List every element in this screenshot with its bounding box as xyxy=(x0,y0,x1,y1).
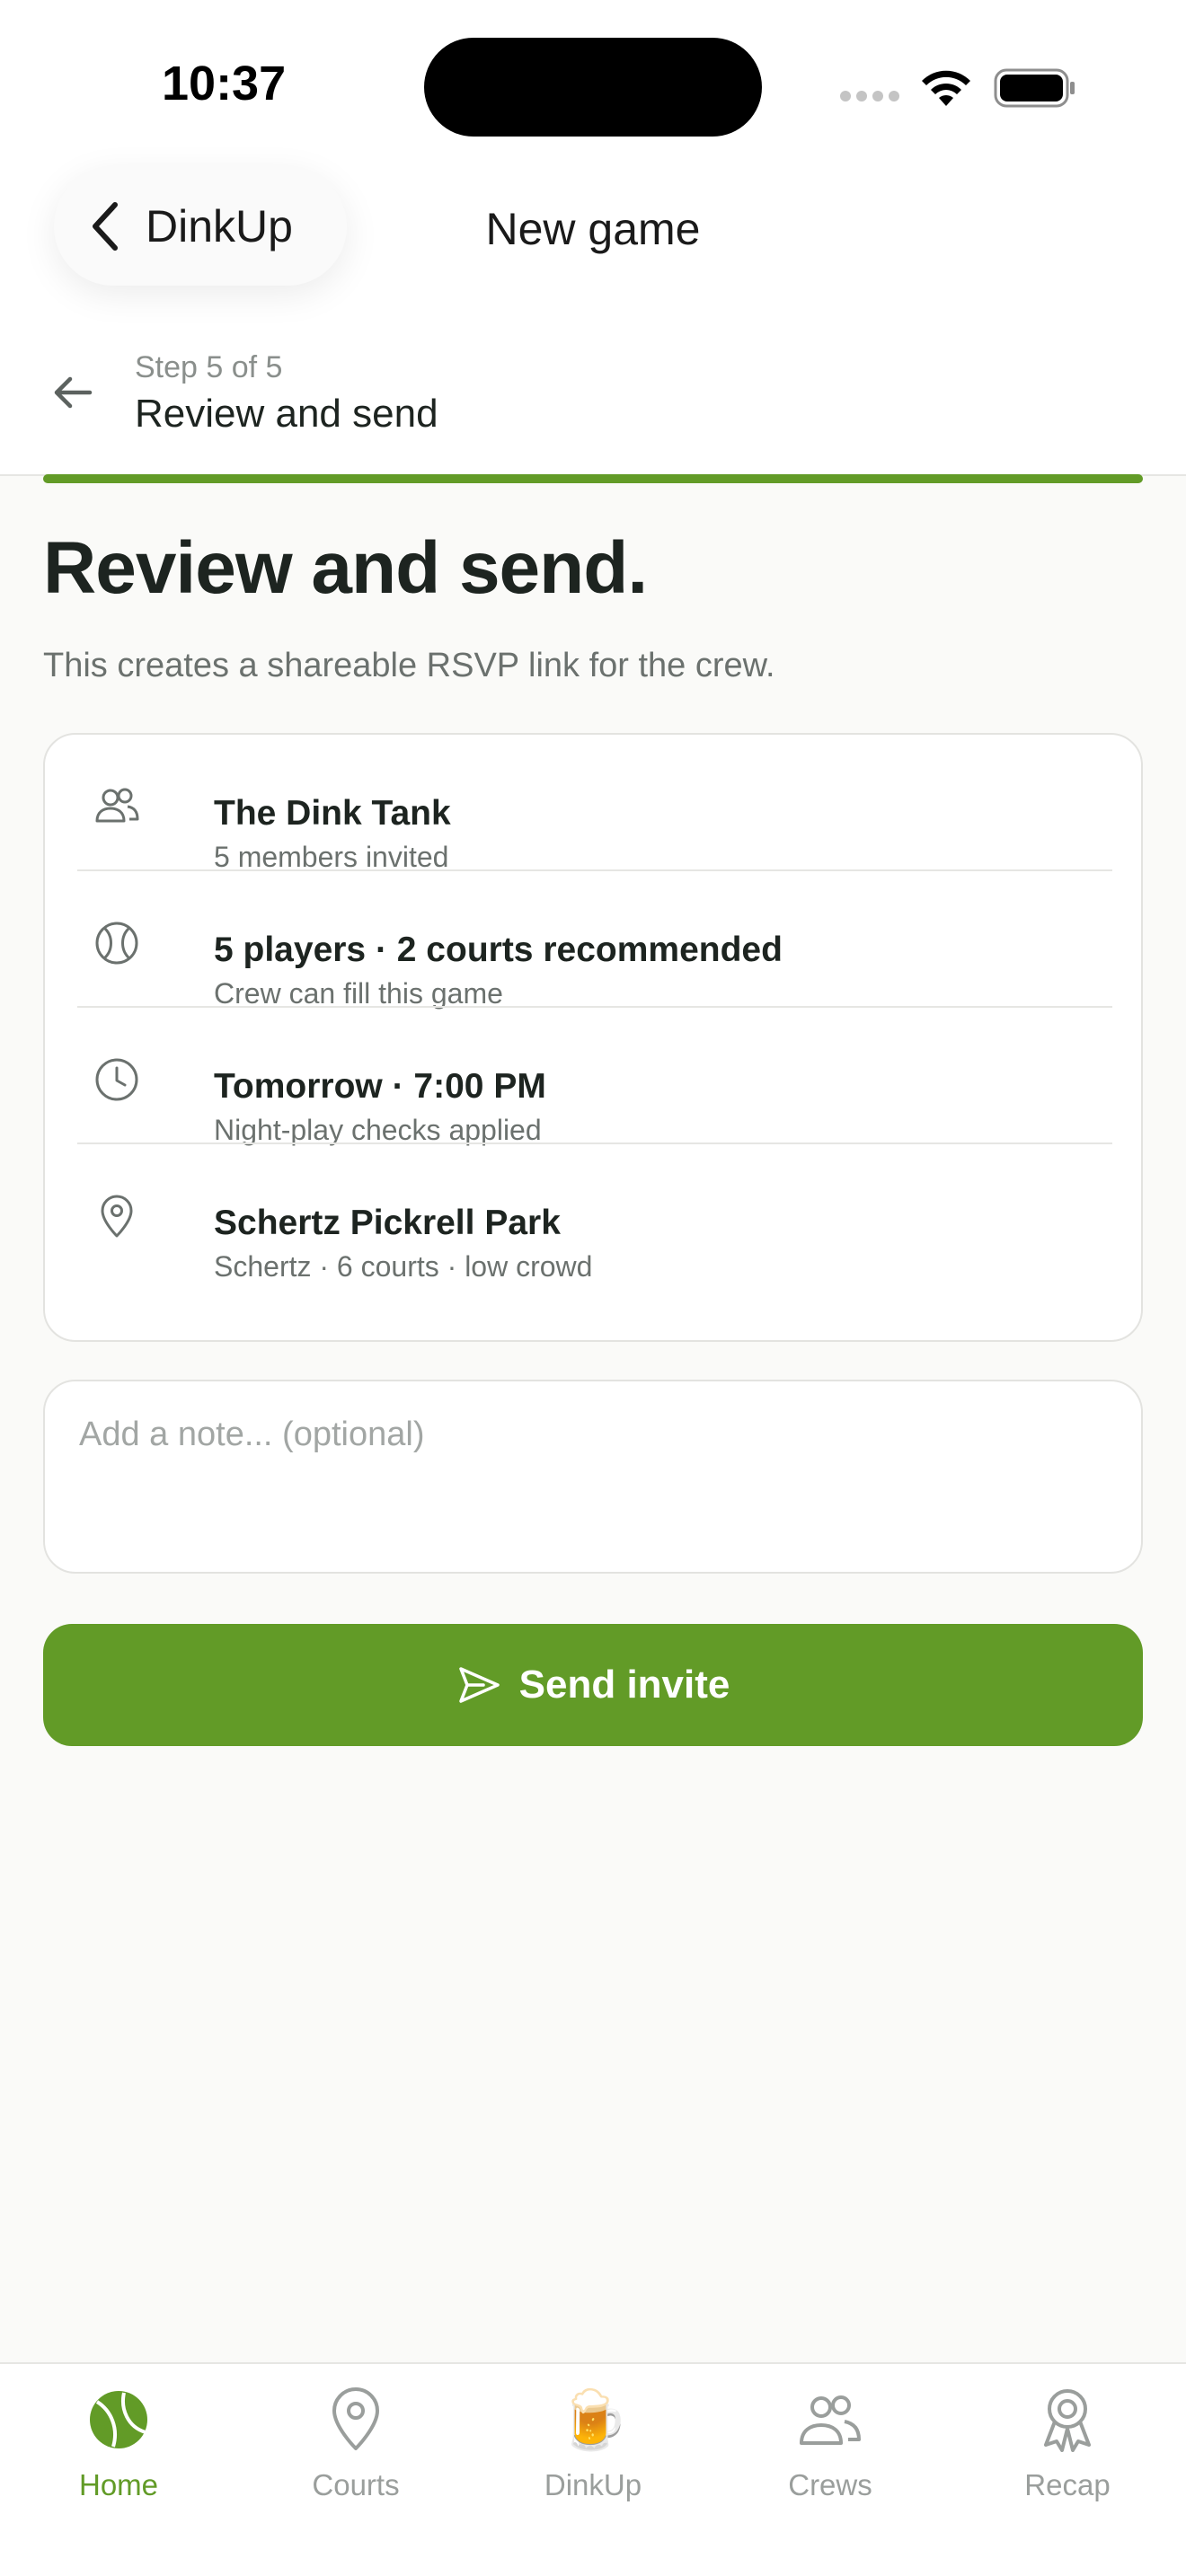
summary-row-title: Schertz Pickrell Park xyxy=(214,1204,561,1242)
send-invite-button[interactable]: Send invite xyxy=(43,1624,1143,1746)
step-title: Review and send xyxy=(135,392,438,436)
tab-home[interactable]: Home xyxy=(0,2382,237,2526)
nav-header: DinkUp New game xyxy=(0,153,1186,323)
summary-row-subtitle: Schertz · 6 courts · low crowd xyxy=(214,1250,593,1283)
summary-card: The Dink Tank 5 members invited 5 player… xyxy=(43,733,1143,1342)
location-pin-icon xyxy=(323,2387,388,2452)
beer-mug-icon: 🍺 xyxy=(557,2387,629,2452)
page-subtitle: This creates a shareable RSVP link for t… xyxy=(43,647,775,684)
summary-row-location: Schertz Pickrell Park Schertz · 6 courts… xyxy=(77,1144,1112,1283)
ball-icon xyxy=(86,2387,151,2452)
tab-courts[interactable]: Courts xyxy=(237,2382,474,2526)
people-icon xyxy=(95,788,139,823)
summary-row-crew: The Dink Tank 5 members invited xyxy=(77,735,1112,873)
wifi-icon xyxy=(922,70,970,106)
step-header: Step 5 of 5 Review and send xyxy=(0,323,1186,476)
tab-label: DinkUp xyxy=(544,2468,642,2501)
cellular-signal-icon xyxy=(840,90,905,106)
tab-dinkup[interactable]: 🍺 DinkUp xyxy=(474,2382,712,2526)
send-icon xyxy=(458,1667,500,1703)
progress-bar-fill xyxy=(43,474,1143,483)
tab-bar: Home Courts 🍺 DinkUp Crews Recap xyxy=(0,2362,1186,2576)
nav-title: New game xyxy=(485,204,701,254)
summary-row-title: The Dink Tank xyxy=(214,794,451,833)
arrow-left-icon[interactable] xyxy=(50,370,95,415)
people-icon xyxy=(798,2387,863,2452)
send-invite-label: Send invite xyxy=(518,1663,730,1707)
award-ribbon-icon xyxy=(1035,2387,1100,2452)
status-time: 10:37 xyxy=(162,57,287,110)
step-label: Step 5 of 5 xyxy=(135,350,283,384)
ball-icon xyxy=(95,922,138,965)
summary-row-time: Tomorrow · 7:00 PM Night-play checks app… xyxy=(77,1008,1112,1146)
note-input[interactable] xyxy=(43,1380,1143,1574)
tab-label: Recap xyxy=(1024,2468,1111,2501)
page-title: Review and send. xyxy=(43,527,648,609)
tab-recap[interactable]: Recap xyxy=(949,2382,1186,2526)
tab-label: Crews xyxy=(788,2468,872,2501)
summary-row-players: 5 players · 2 courts recommended Crew ca… xyxy=(77,871,1112,1010)
clock-icon xyxy=(95,1058,138,1101)
status-bar: 10:37 xyxy=(0,0,1186,153)
dynamic-island xyxy=(424,38,762,137)
summary-row-title: Tomorrow · 7:00 PM xyxy=(214,1067,546,1106)
tab-label: Home xyxy=(78,2468,159,2501)
location-pin-icon xyxy=(101,1195,133,1238)
battery-icon xyxy=(994,68,1075,108)
tab-crews[interactable]: Crews xyxy=(712,2382,949,2526)
tab-label: Courts xyxy=(312,2468,400,2501)
progress-bar xyxy=(43,474,1143,483)
summary-row-title: 5 players · 2 courts recommended xyxy=(214,931,783,969)
